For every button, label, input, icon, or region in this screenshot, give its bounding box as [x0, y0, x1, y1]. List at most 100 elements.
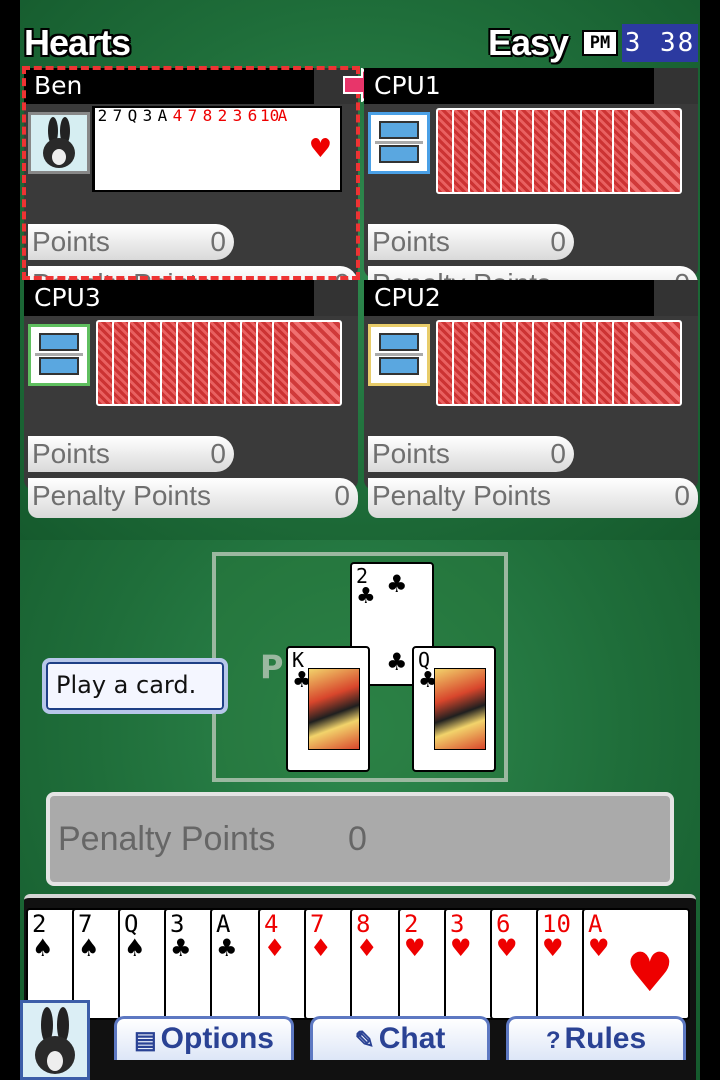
ds-screen-bottom: [39, 357, 79, 375]
card-rank: 8: [356, 910, 371, 938]
mini-card: 3: [229, 108, 245, 190]
card-rank: K: [292, 648, 305, 672]
king-face-art: [308, 668, 360, 750]
player-panel-cpu1: CPU1 Points 0 Penalty Points 0: [364, 68, 698, 306]
mini-card: A: [154, 108, 170, 190]
player-name: CPU1: [374, 71, 441, 100]
card-rank: Q: [418, 648, 431, 672]
player-name-bar: CPU2: [364, 280, 698, 316]
queen-face-art: [434, 668, 486, 750]
penalty-row: Penalty Points 0: [28, 478, 358, 518]
card-back: [288, 320, 342, 406]
ds-console-icon: [368, 324, 430, 386]
ds-hinge: [35, 353, 83, 356]
player-panel-body: Points 0 Penalty Points 0: [364, 104, 698, 306]
points-row: Points 0: [28, 224, 234, 260]
game-title: Hearts: [24, 22, 131, 63]
points-row: Points 0: [368, 224, 574, 260]
points-label: Points: [32, 226, 110, 257]
card-rank: 2: [32, 910, 47, 938]
name-bar-tab: [654, 68, 698, 104]
chat-label: Chat: [378, 1022, 446, 1055]
card-rank: 4: [264, 910, 279, 938]
pencil-icon: ✎: [354, 1027, 375, 1054]
notepad-icon: ▤: [133, 1027, 157, 1054]
mini-card: 6: [244, 108, 260, 190]
mini-card: 8: [199, 108, 215, 190]
rabbit-avatar-icon: [28, 112, 90, 174]
ampm-indicator: PM: [582, 30, 618, 56]
points-value: 0: [210, 438, 226, 469]
card-rank: 2: [356, 564, 369, 588]
rules-label: Rules: [564, 1022, 647, 1055]
facedown-hand: [436, 320, 688, 406]
mini-card: 10: [259, 108, 279, 190]
penalty-summary-label: Penalty Points: [58, 820, 276, 858]
card-rank: Q: [124, 910, 139, 938]
suit-icon: ♥: [496, 934, 518, 962]
points-label: Points: [32, 438, 110, 469]
ds-hinge: [375, 353, 423, 356]
card-rank: 10: [542, 910, 571, 938]
points-row: Points 0: [368, 436, 574, 472]
points-row: Points 0: [28, 436, 234, 472]
suit-icon: ♣: [170, 934, 192, 962]
mini-card: Q: [124, 108, 140, 190]
points-label: Points: [372, 438, 450, 469]
name-bar-tab: [654, 280, 698, 316]
facedown-hand: [436, 108, 688, 194]
hand-card[interactable]: A ♥ ♥: [582, 908, 690, 1020]
ben-hand-preview: A 10 6 3 2 8 7 4 A 3 Q 7 2 ♥: [92, 106, 342, 192]
ds-screen-top: [379, 333, 419, 351]
suit-icon: ♦: [264, 934, 286, 962]
ds-screen-top: [39, 333, 79, 351]
trick-area-letter: P: [260, 648, 284, 686]
penalty-value: 0: [334, 480, 350, 511]
question-icon: ?: [545, 1027, 561, 1054]
chat-button[interactable]: ✎ Chat: [310, 1016, 490, 1060]
card-rank: 3: [170, 910, 185, 938]
ds-screen-bottom: [379, 145, 419, 163]
played-card-west: K ♣: [286, 646, 370, 772]
penalty-summary-value: 0: [348, 820, 367, 858]
penalty-row: Penalty Points 0: [368, 478, 698, 518]
ds-console-icon: [368, 112, 430, 174]
player-name: CPU2: [374, 283, 441, 312]
ds-console-icon: [28, 324, 90, 386]
prompt-bubble: Play a card.: [42, 658, 228, 714]
player-panel-cpu3: CPU3 Points 0 Penalty Points 0: [24, 280, 358, 518]
points-value: 0: [550, 438, 566, 469]
points-label: Points: [372, 226, 450, 257]
played-card-east: Q ♣: [412, 646, 496, 772]
player-name-bar: Ben: [24, 68, 358, 104]
suit-icon: ♦: [310, 934, 332, 962]
card-rank: A: [216, 910, 231, 938]
rules-button[interactable]: ? Rules: [506, 1016, 686, 1060]
clock: 3 38: [622, 24, 698, 62]
suit-icon: ♣: [216, 934, 238, 962]
ds-hinge: [375, 141, 423, 144]
penalty-label: Penalty Points: [32, 480, 211, 511]
card-rank: 3: [450, 910, 465, 938]
heart-icon: ♥: [625, 941, 674, 1004]
mini-card: 2: [214, 108, 230, 190]
mini-card: 3: [139, 108, 155, 190]
player-name-bar: CPU3: [24, 280, 358, 316]
suit-icon: ♠: [32, 934, 54, 962]
heart-icon: ♥: [308, 134, 332, 164]
player-name-bar: CPU1: [364, 68, 698, 104]
suit-icon: ♠: [78, 934, 100, 962]
suit-icon: ♥: [404, 934, 426, 962]
mini-card: 7: [184, 108, 200, 190]
penalty-summary-panel: Penalty Points 0: [46, 792, 674, 886]
suit-icon: ♥: [588, 934, 610, 962]
club-icon: ♣: [386, 570, 408, 598]
bottom-screen: P 2 ♣ ♣ ♣ K ♣ Q ♣ Play a card. Penalty P…: [20, 540, 700, 1080]
player-panel-body: Points 0 Penalty Points 0: [364, 316, 698, 518]
player-panel-cpu2: CPU2 Points 0 Penalty Points 0: [364, 280, 698, 518]
suit-icon: ♥: [542, 934, 564, 962]
card-rank: A: [588, 910, 603, 938]
points-value: 0: [550, 226, 566, 257]
options-button[interactable]: ▤ Options: [114, 1016, 294, 1060]
suit-icon: ♠: [124, 934, 146, 962]
